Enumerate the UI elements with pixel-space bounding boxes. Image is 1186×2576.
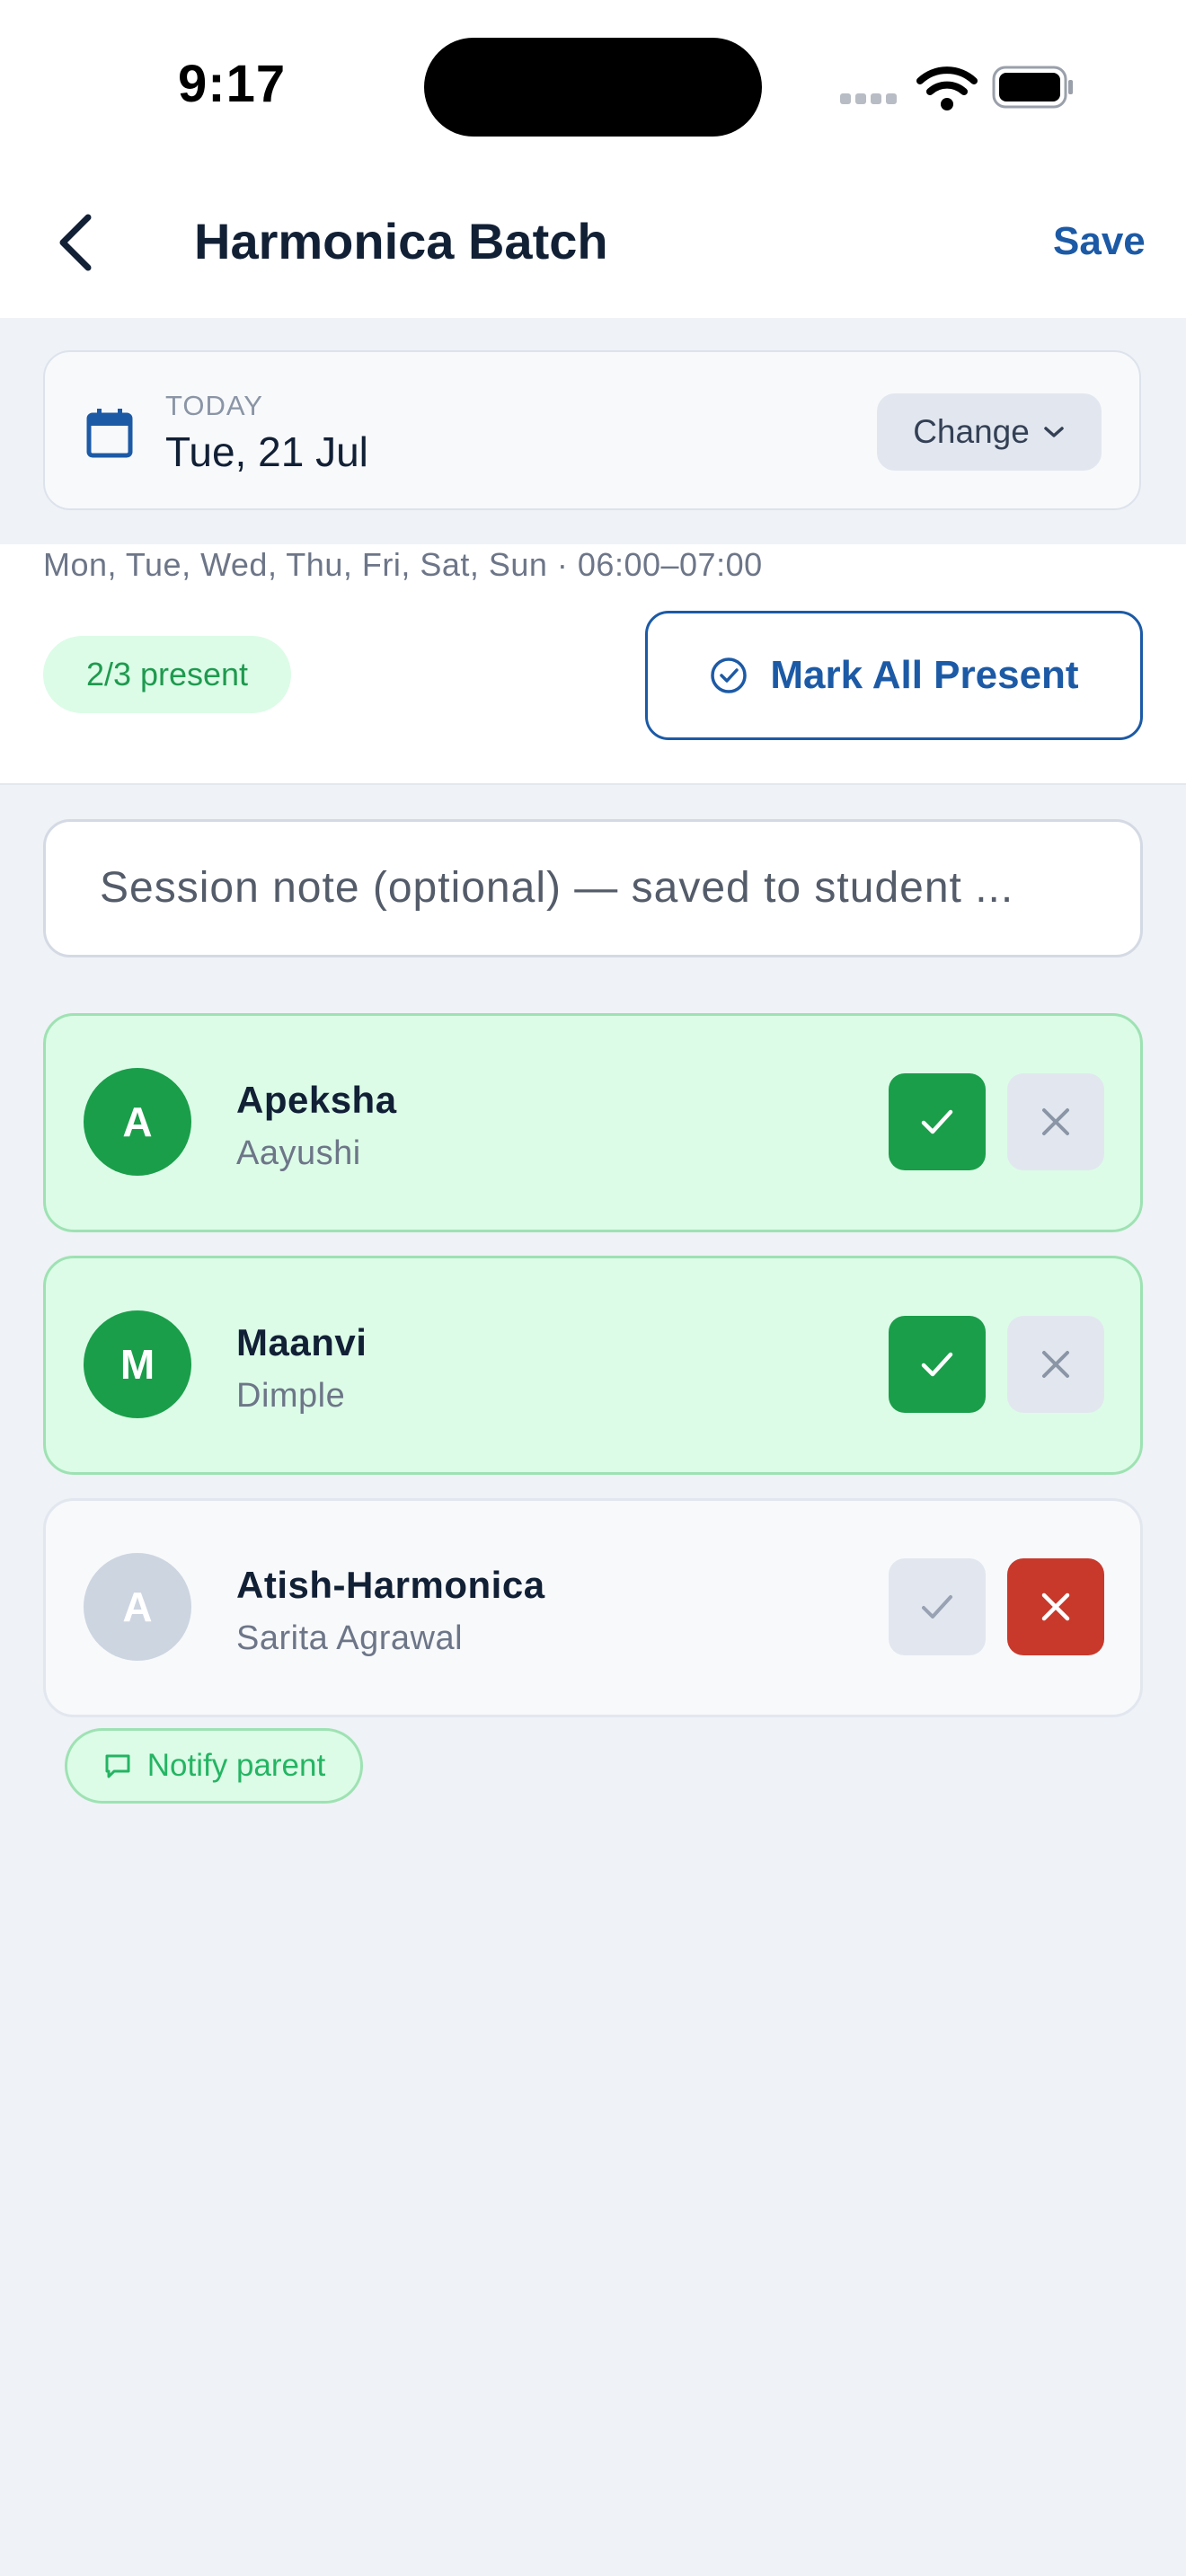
mark-present-button[interactable] [889,1073,986,1170]
student-card: A Atish-Harmonica Sarita Agrawal [43,1498,1143,1717]
avatar: A [84,1553,191,1661]
mark-absent-button[interactable] [1007,1558,1104,1655]
chevron-down-icon [1044,427,1064,437]
notify-parent-button[interactable]: Notify parent [65,1728,363,1804]
batch-schedule: Mon, Tue, Wed, Thu, Fri, Sat, Sun · 06:0… [43,546,763,583]
close-icon [1042,1108,1069,1135]
page-title: Harmonica Batch [194,213,608,269]
check-icon [921,1352,953,1377]
calendar-icon [86,409,133,458]
battery-icon [992,66,1073,109]
mark-absent-button[interactable] [1007,1073,1104,1170]
mark-present-button[interactable] [889,1558,986,1655]
student-name: Atish-Harmonica [236,1564,545,1606]
session-date: Tue, 21 Jul [165,428,368,475]
check-icon [922,1595,952,1619]
parent-name: Dimple [236,1377,346,1415]
check-circle-icon [711,657,748,693]
close-icon [1042,1351,1069,1378]
notify-parent-label: Notify parent [146,1748,326,1783]
student-name: Maanvi [236,1321,367,1363]
change-date-button[interactable]: Change [877,393,1102,471]
mark-present-button[interactable] [889,1316,986,1413]
student-card: A Apeksha Aayushi [43,1013,1143,1232]
avatar: M [84,1310,191,1418]
parent-name: Aayushi [236,1134,361,1172]
mark-all-present-button[interactable]: Mark All Present [645,611,1143,740]
status-time: 9:17 [178,55,287,113]
parent-name: Sarita Agrawal [236,1619,464,1657]
student-card: M Maanvi Dimple [43,1256,1143,1475]
wifi-icon [916,66,978,110]
dynamic-island [424,38,762,137]
check-icon [921,1109,953,1134]
session-note-input[interactable]: Session note (optional) — saved to stude… [43,819,1143,957]
back-chevron-icon[interactable] [54,212,99,273]
student-name: Apeksha [236,1079,397,1121]
save-button[interactable]: Save [1053,219,1146,264]
present-count-badge: 2/3 present [43,636,291,713]
mark-absent-button[interactable] [1007,1316,1104,1413]
signal-icon [840,93,903,105]
close-icon [1041,1592,1070,1621]
date-caption: TODAY [165,390,263,421]
avatar: A [84,1068,191,1176]
message-icon [105,1754,130,1778]
change-date-label: Change [913,413,1030,450]
mark-all-present-label: Mark All Present [770,653,1079,697]
